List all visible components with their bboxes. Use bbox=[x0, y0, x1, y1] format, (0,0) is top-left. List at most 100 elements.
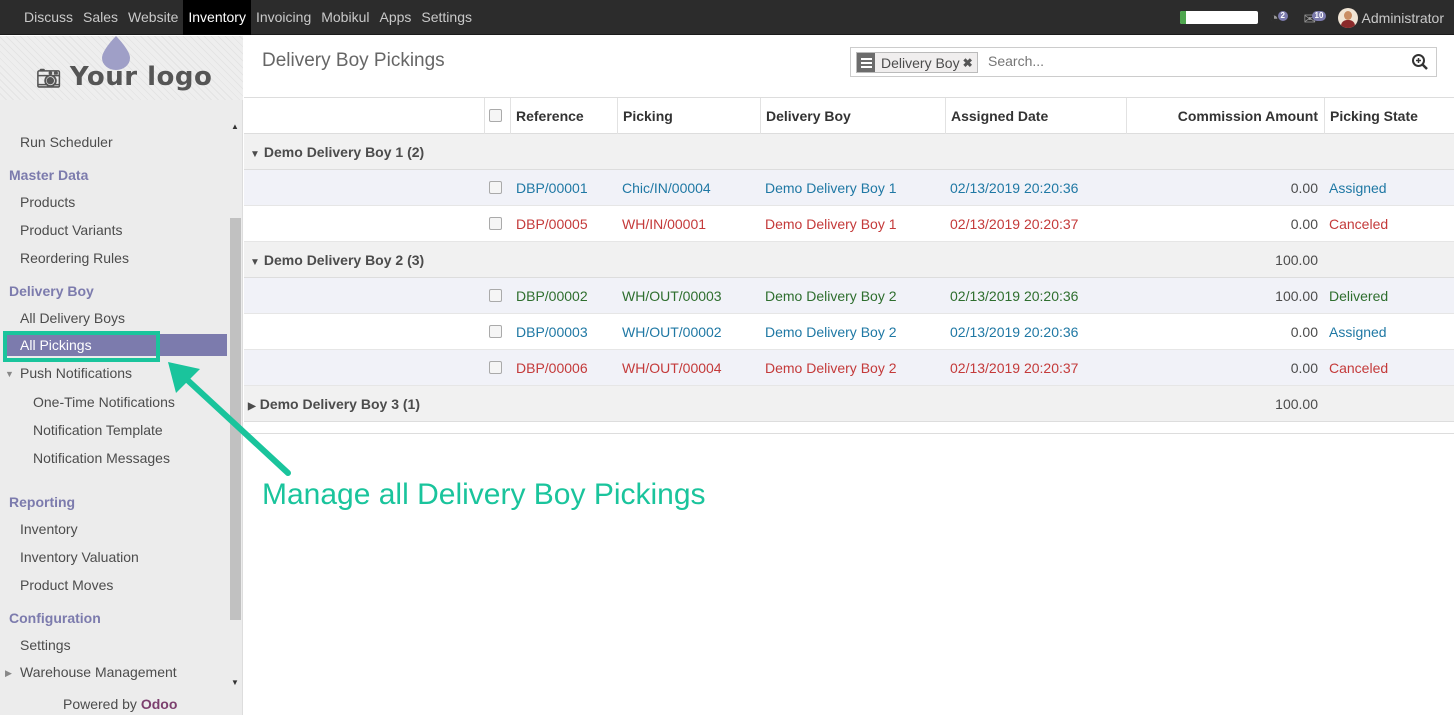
column-header-reference[interactable]: Reference bbox=[516, 108, 584, 124]
menu-sales[interactable]: Sales bbox=[78, 0, 123, 35]
column-header-picking-state[interactable]: Picking State bbox=[1330, 108, 1418, 124]
caret-down-icon: ▼ bbox=[250, 257, 260, 268]
scroll-up-icon[interactable]: ▲ bbox=[231, 122, 239, 131]
sidebar-item-push-notifications[interactable]: Push Notifications bbox=[20, 365, 132, 381]
sidebar-item-notification-messages[interactable]: Notification Messages bbox=[33, 450, 170, 466]
sidebar-item-warehouse-management[interactable]: Warehouse Management bbox=[20, 664, 177, 680]
menu-mobikul[interactable]: Mobikul bbox=[316, 0, 374, 35]
list-footer-line bbox=[244, 433, 1454, 434]
annotation-highlight-box bbox=[3, 331, 160, 362]
menu-apps[interactable]: Apps bbox=[374, 0, 416, 35]
row-checkbox[interactable] bbox=[489, 181, 502, 194]
cell-assigned-date: 02/13/2019 20:20:36 bbox=[950, 324, 1079, 340]
user-name: Administrator bbox=[1361, 9, 1444, 26]
column-header-commission-amount[interactable]: Commission Amount bbox=[1178, 108, 1318, 124]
menu-website[interactable]: Website bbox=[123, 0, 183, 35]
col-separator bbox=[1126, 98, 1127, 134]
chat-icon[interactable]: ✉ 10 bbox=[1304, 10, 1327, 28]
sidebar-item-settings[interactable]: Settings bbox=[20, 637, 71, 653]
search-facet[interactable]: Delivery Boy ✖ bbox=[856, 52, 978, 73]
section-delivery-boy: Delivery Boy bbox=[9, 283, 94, 299]
sidebar-item-product-moves[interactable]: Product Moves bbox=[20, 577, 113, 593]
message-badge: 10 bbox=[1311, 10, 1327, 21]
facet-remove-icon[interactable]: ✖ bbox=[963, 56, 977, 70]
menu-invoicing[interactable]: Invoicing bbox=[251, 0, 316, 35]
activity-icon[interactable]: ◔ 2 bbox=[1270, 10, 1292, 27]
search-input[interactable] bbox=[988, 53, 1388, 69]
cell-assigned-date: 02/13/2019 20:20:37 bbox=[950, 216, 1079, 232]
powered-by-label: Powered by bbox=[63, 696, 137, 712]
cell-assigned-date: 02/13/2019 20:20:36 bbox=[950, 180, 1079, 196]
col-separator bbox=[484, 98, 485, 134]
menu-inventory[interactable]: Inventory bbox=[183, 0, 251, 35]
row-checkbox[interactable] bbox=[489, 217, 502, 230]
cell-reference: DBP/00003 bbox=[516, 324, 588, 340]
sidebar-item-inventory-valuation[interactable]: Inventory Valuation bbox=[20, 549, 139, 565]
logo-area: 📷︎ Your logo bbox=[0, 36, 243, 100]
cell-assigned-date: 02/13/2019 20:20:37 bbox=[950, 360, 1079, 376]
table-row[interactable]: DBP/00006 WH/OUT/00004 Demo Delivery Boy… bbox=[244, 350, 1454, 386]
row-checkbox[interactable] bbox=[489, 325, 502, 338]
group-row[interactable]: ▶ Demo Delivery Boy 3 (1) 100.00 bbox=[244, 386, 1454, 422]
sidebar-item-product-variants[interactable]: Product Variants bbox=[20, 222, 122, 238]
caret-down-icon: ▼ bbox=[250, 149, 260, 160]
app-menu: Discuss Sales Website Inventory Invoicin… bbox=[19, 0, 477, 35]
column-header-picking[interactable]: Picking bbox=[623, 108, 673, 124]
cell-delivery-boy: Demo Delivery Boy 2 bbox=[765, 360, 897, 376]
group-label: ▼ Demo Delivery Boy 1 (2) bbox=[250, 144, 424, 160]
activity-badge: 2 bbox=[1277, 10, 1288, 21]
cell-delivery-boy: Demo Delivery Boy 2 bbox=[765, 288, 897, 304]
table-row[interactable]: DBP/00002 WH/OUT/00003 Demo Delivery Boy… bbox=[244, 278, 1454, 314]
row-checkbox[interactable] bbox=[489, 361, 502, 374]
sidebar-item-inventory-report[interactable]: Inventory bbox=[20, 521, 78, 537]
scroll-down-icon[interactable]: ▼ bbox=[231, 678, 239, 687]
menu-settings[interactable]: Settings bbox=[416, 0, 477, 35]
table-row[interactable]: DBP/00005 WH/IN/00001 Demo Delivery Boy … bbox=[244, 206, 1454, 242]
col-separator bbox=[760, 98, 761, 134]
section-configuration: Configuration bbox=[9, 610, 101, 626]
group-title: Demo Delivery Boy 2 (3) bbox=[263, 252, 425, 268]
menu-discuss[interactable]: Discuss bbox=[19, 0, 78, 35]
user-menu[interactable]: Administrator bbox=[1337, 7, 1444, 28]
sidebar-item-one-time-notifications[interactable]: One-Time Notifications bbox=[33, 394, 175, 410]
cell-commission: 0.00 bbox=[1290, 360, 1318, 376]
onboarding-progress-bar[interactable] bbox=[1179, 11, 1258, 24]
column-header-delivery-boy[interactable]: Delivery Boy bbox=[766, 108, 851, 124]
table-row[interactable]: DBP/00003 WH/OUT/00002 Demo Delivery Boy… bbox=[244, 314, 1454, 350]
caret-down-icon: ▼ bbox=[5, 369, 14, 379]
cell-commission: 0.00 bbox=[1290, 180, 1318, 196]
cell-delivery-boy: Demo Delivery Boy 1 bbox=[765, 180, 897, 196]
sidebar-item-run-scheduler[interactable]: Run Scheduler bbox=[20, 134, 113, 150]
sidebar-item-products[interactable]: Products bbox=[20, 194, 75, 210]
cell-reference: DBP/00006 bbox=[516, 360, 588, 376]
sidebar-item-all-delivery-boys[interactable]: All Delivery Boys bbox=[20, 310, 125, 326]
cell-state: Assigned bbox=[1329, 180, 1387, 196]
select-all-checkbox[interactable] bbox=[489, 109, 502, 122]
table-row[interactable]: DBP/00001 Chic/IN/00004 Demo Delivery Bo… bbox=[244, 170, 1454, 206]
avatar bbox=[1337, 7, 1358, 28]
powered-by: Powered by Odoo bbox=[63, 696, 177, 712]
cell-assigned-date: 02/13/2019 20:20:36 bbox=[950, 288, 1079, 304]
sidebar-item-reordering-rules[interactable]: Reordering Rules bbox=[20, 250, 129, 266]
annotation-caption: Manage all Delivery Boy Pickings bbox=[262, 478, 706, 511]
group-row[interactable]: ▼ Demo Delivery Boy 2 (3) 100.00 bbox=[244, 242, 1454, 278]
search-bar[interactable]: Delivery Boy ✖ bbox=[850, 47, 1437, 77]
row-checkbox[interactable] bbox=[489, 289, 502, 302]
cell-commission: 0.00 bbox=[1290, 216, 1318, 232]
group-row[interactable]: ▼ Demo Delivery Boy 1 (2) bbox=[244, 134, 1454, 170]
progress-fill bbox=[1179, 11, 1186, 24]
cell-picking: WH/OUT/00004 bbox=[622, 360, 722, 376]
cell-delivery-boy: Demo Delivery Boy 2 bbox=[765, 324, 897, 340]
group-label: ▼ Demo Delivery Boy 2 (3) bbox=[250, 252, 424, 268]
search-icon[interactable] bbox=[1410, 52, 1430, 72]
table-header: Reference Picking Delivery Boy Assigned … bbox=[244, 97, 1454, 135]
odoo-link[interactable]: Odoo bbox=[141, 696, 178, 712]
sidebar-item-notification-template[interactable]: Notification Template bbox=[33, 422, 163, 438]
company-logo[interactable]: 📷︎ Your logo bbox=[36, 62, 212, 92]
logo-text: Your logo bbox=[69, 62, 213, 92]
cell-state: Delivered bbox=[1329, 288, 1389, 304]
navbar-right: ◔ 2 ✉ 10 Administrator bbox=[1179, 0, 1444, 35]
cell-reference: DBP/00002 bbox=[516, 288, 588, 304]
section-master-data: Master Data bbox=[9, 167, 89, 183]
column-header-assigned-date[interactable]: Assigned Date bbox=[951, 108, 1048, 124]
